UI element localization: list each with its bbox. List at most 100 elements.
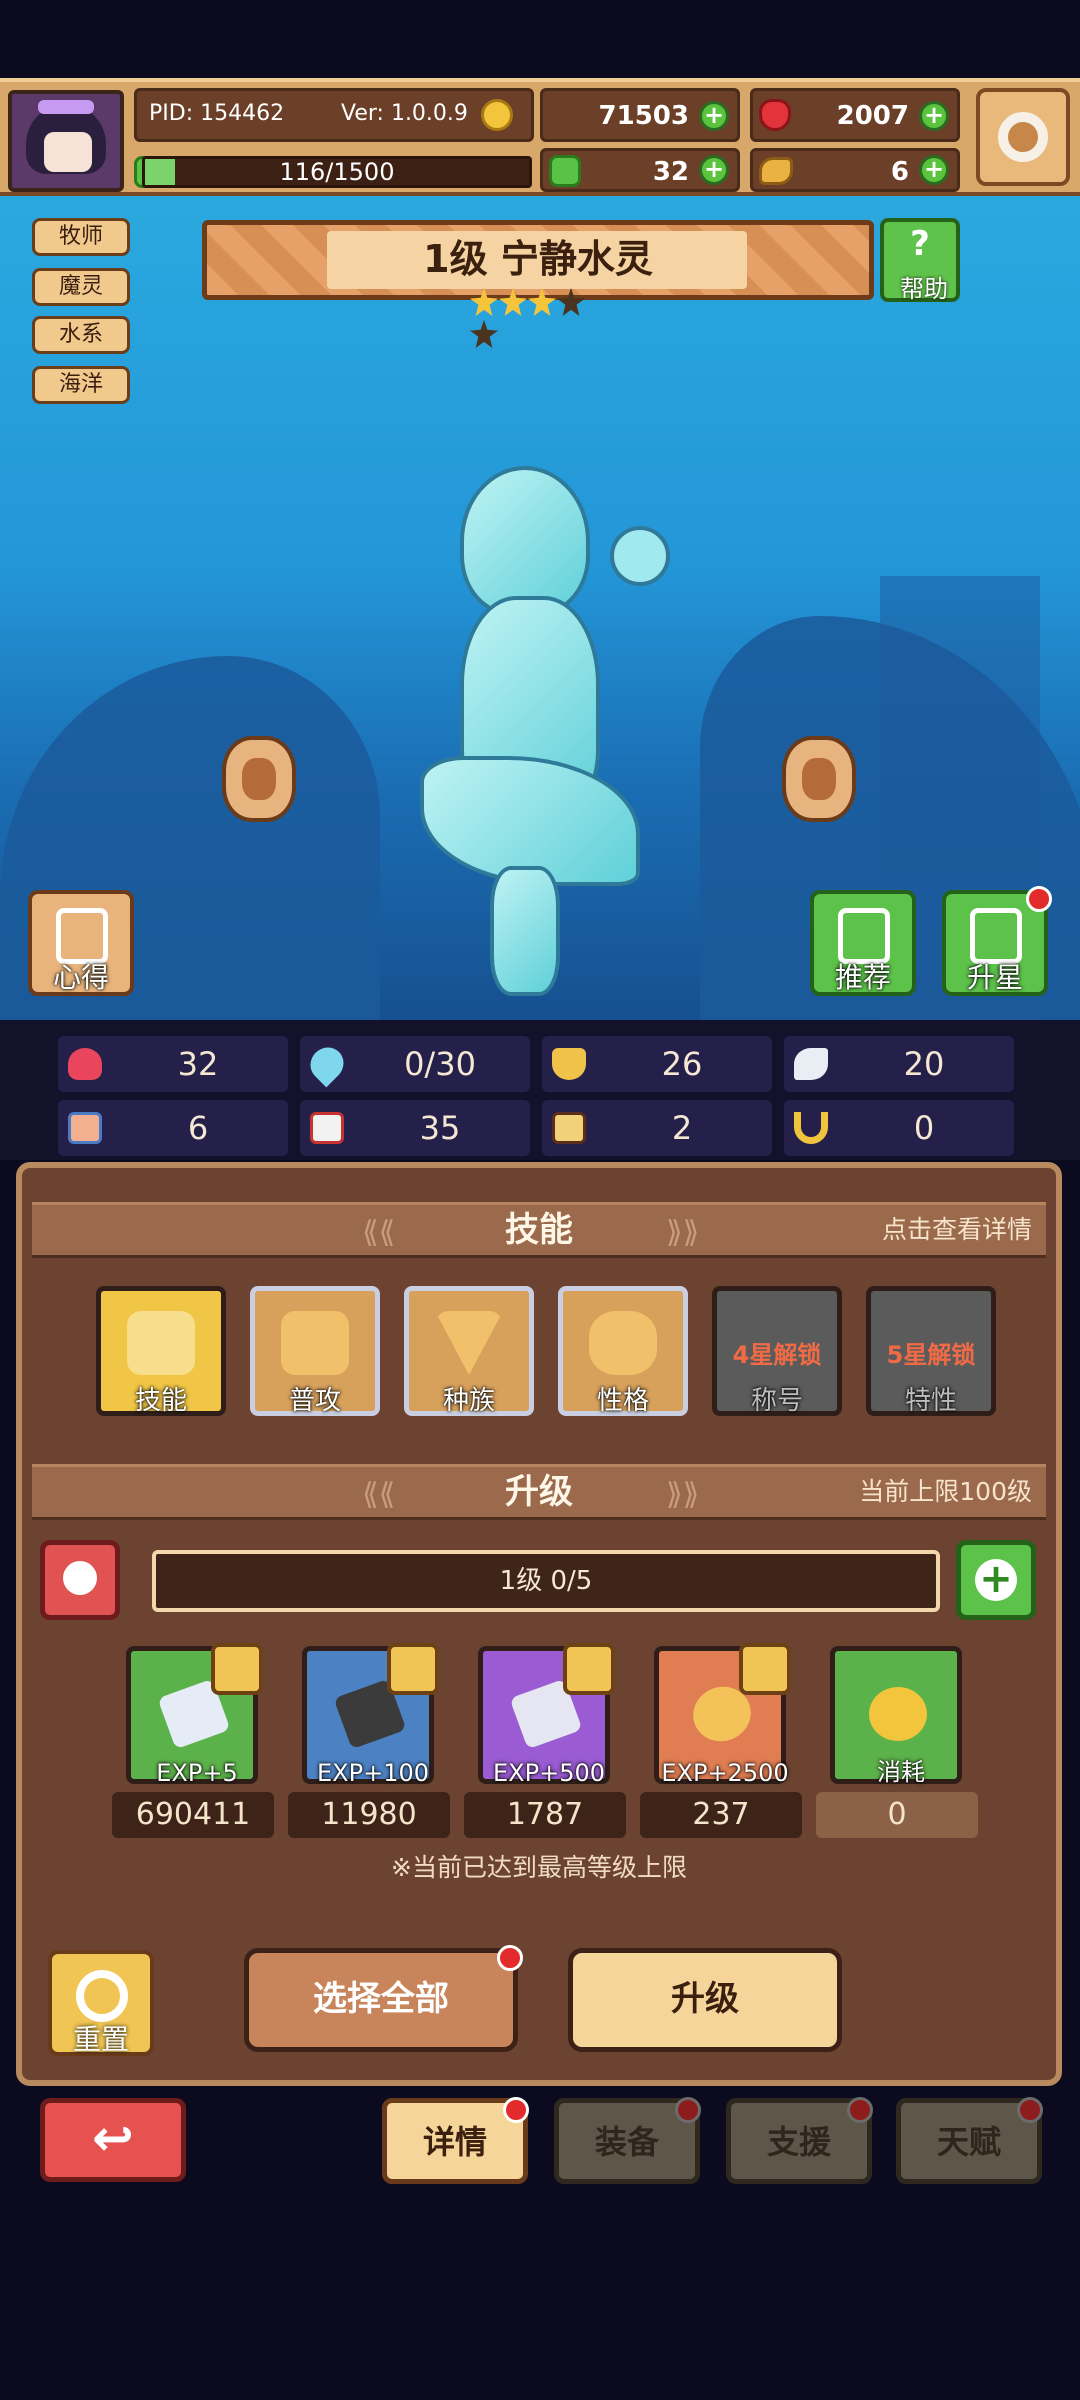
player-exp-bar: 116/1500	[142, 156, 532, 188]
food-amount: 6	[890, 157, 909, 187]
tag-race[interactable]: 魔灵	[32, 268, 130, 306]
prev-hero-button[interactable]	[222, 736, 296, 822]
gold-coin-icon	[481, 99, 513, 131]
tab-support[interactable]: 支援	[726, 2097, 873, 2184]
gem-panel: 2007 +	[750, 88, 960, 142]
water-spirit-character[interactable]	[400, 466, 670, 1006]
shield-icon	[552, 1048, 586, 1080]
recommend-label: 推荐	[834, 961, 891, 994]
tab-details[interactable]: 详情	[382, 2097, 529, 2184]
exp-item-5-count: 690411	[112, 1792, 274, 1838]
pid-text: PID: 154462	[149, 101, 285, 126]
stat-mana: 0/30	[300, 1036, 530, 1092]
notes-button[interactable]: 心得	[28, 890, 134, 996]
star-rating	[470, 288, 610, 348]
tag-element[interactable]: 水系	[32, 316, 130, 354]
food-panel: 6 +	[750, 148, 960, 192]
skill-slot-skill[interactable]: 技能	[96, 1286, 226, 1416]
character-scene: 牧师 魔灵 水系 海洋 1级 宁静水灵 ? 帮助 心得 推荐 升星	[0, 196, 1080, 1026]
heart-emblem-icon	[127, 1311, 195, 1375]
title-lock-text: 4星解锁	[732, 1341, 822, 1369]
skill-slot-title-locked[interactable]: 4星解锁 称号	[712, 1286, 842, 1416]
stat-magic-value: 35	[419, 1109, 461, 1147]
avatar-face	[44, 132, 92, 172]
trait-lock-text: 5星解锁	[886, 1341, 976, 1369]
stat-boot-value: 2	[671, 1109, 693, 1147]
upgrade-label: 升级	[671, 1979, 739, 2019]
basic-attack-label: 普攻	[288, 1386, 341, 1416]
exp-item-100[interactable]: EXP+100	[302, 1643, 439, 1787]
gear-icon	[998, 112, 1048, 162]
tab-equipment[interactable]: 装备	[554, 2097, 701, 2184]
upgrade-button[interactable]: 升级	[568, 1948, 842, 2052]
reset-button[interactable]: 重置	[48, 1950, 154, 2056]
stat-mana-value: 0/30	[404, 1045, 476, 1083]
exp-item-2500[interactable]: EXP+2500	[654, 1643, 791, 1787]
clover-panel: 32 +	[540, 148, 740, 192]
tab-talent[interactable]: 天赋	[896, 2097, 1043, 2184]
recommend-button[interactable]: 推荐	[810, 890, 916, 996]
player-avatar[interactable]	[8, 90, 124, 192]
skill-slot-trait-locked[interactable]: 5星解锁 特性	[866, 1286, 996, 1416]
water-drop-icon	[303, 1040, 351, 1088]
remove-exp-button[interactable]	[40, 1540, 120, 1620]
tab-details-label: 详情	[422, 2123, 487, 2161]
tab-equipment-label: 装备	[594, 2123, 659, 2161]
heart-emblem-icon	[281, 1311, 349, 1375]
water-bubble-icon	[610, 526, 670, 586]
back-button[interactable]: ↩	[40, 2098, 186, 2182]
tag-habitat[interactable]: 海洋	[32, 366, 130, 404]
coin-badge-icon	[563, 1643, 615, 1695]
help-label: 帮助	[900, 275, 948, 303]
spirit-head	[460, 466, 590, 616]
help-button[interactable]: ? 帮助	[880, 218, 960, 303]
version-text: Ver: 1.0.0.9	[341, 101, 468, 126]
tab-details-notification-dot	[503, 2097, 529, 2123]
star-filled-icon	[470, 288, 498, 316]
select-all-notification-dot	[497, 1945, 523, 1971]
star-up-button[interactable]: 升星	[942, 886, 1052, 996]
exp-item-5-label: EXP+5	[156, 1759, 238, 1787]
wing-icon	[794, 1048, 828, 1080]
add-food-button[interactable]: +	[919, 155, 949, 185]
exp-item-100-label: EXP+100	[317, 1759, 429, 1787]
next-hero-button[interactable]	[782, 736, 856, 822]
horseshoe-icon	[794, 1112, 828, 1144]
hero-name: 1级 宁静水灵	[423, 237, 653, 281]
notes-label: 心得	[52, 961, 109, 994]
skill-label: 技能	[134, 1386, 187, 1416]
exp-item-500[interactable]: EXP+500	[478, 1643, 615, 1787]
coin-badge-icon	[739, 1643, 791, 1695]
skill-slot-basic-attack[interactable]: 普攻	[250, 1286, 380, 1416]
select-all-button[interactable]: 选择全部	[244, 1945, 523, 2052]
max-level-note: ※当前已达到最高等级上限	[391, 1853, 687, 1882]
tag-class[interactable]: 牧师	[32, 218, 130, 256]
add-clover-button[interactable]: +	[699, 155, 729, 185]
heart-icon	[68, 1048, 102, 1080]
add-exp-button[interactable]: +	[956, 1540, 1036, 1620]
add-gems-button[interactable]: +	[919, 101, 949, 131]
star-filled-icon	[499, 288, 527, 316]
back-arrow-icon: ↩	[92, 2109, 134, 2167]
add-gold-button[interactable]: +	[699, 101, 729, 131]
skills-section-header[interactable]: ⟪⟪ ⟫⟫ 技能 点击查看详情	[32, 1202, 1046, 1258]
tab-support-notification-dot	[847, 2097, 873, 2123]
exp-item-5[interactable]: EXP+5	[126, 1643, 263, 1787]
stat-speed-value: 20	[903, 1045, 945, 1083]
spirit-legs	[490, 866, 560, 996]
download-icon	[63, 1561, 97, 1595]
skill-slot-race[interactable]: 种族	[404, 1286, 534, 1416]
clover-amount: 32	[652, 157, 689, 187]
drumstick-icon	[759, 157, 793, 185]
settings-button[interactable]	[976, 88, 1070, 186]
prev-arrow-icon	[242, 758, 276, 800]
select-all-label: 选择全部	[313, 1979, 449, 2019]
hero-stats: 32 0/30 26 20 6 35 2 0	[0, 1020, 1080, 1160]
star-empty-icon	[557, 288, 585, 316]
skill-slot-personality[interactable]: 性格	[558, 1286, 688, 1416]
stat-luck-value: 0	[913, 1109, 935, 1147]
stat-defense-value: 26	[661, 1045, 703, 1083]
gold-coin-icon	[869, 1687, 927, 1741]
skills-hint: 点击查看详情	[881, 1215, 1032, 1244]
level-cap-hint: 当前上限100级	[859, 1477, 1032, 1506]
